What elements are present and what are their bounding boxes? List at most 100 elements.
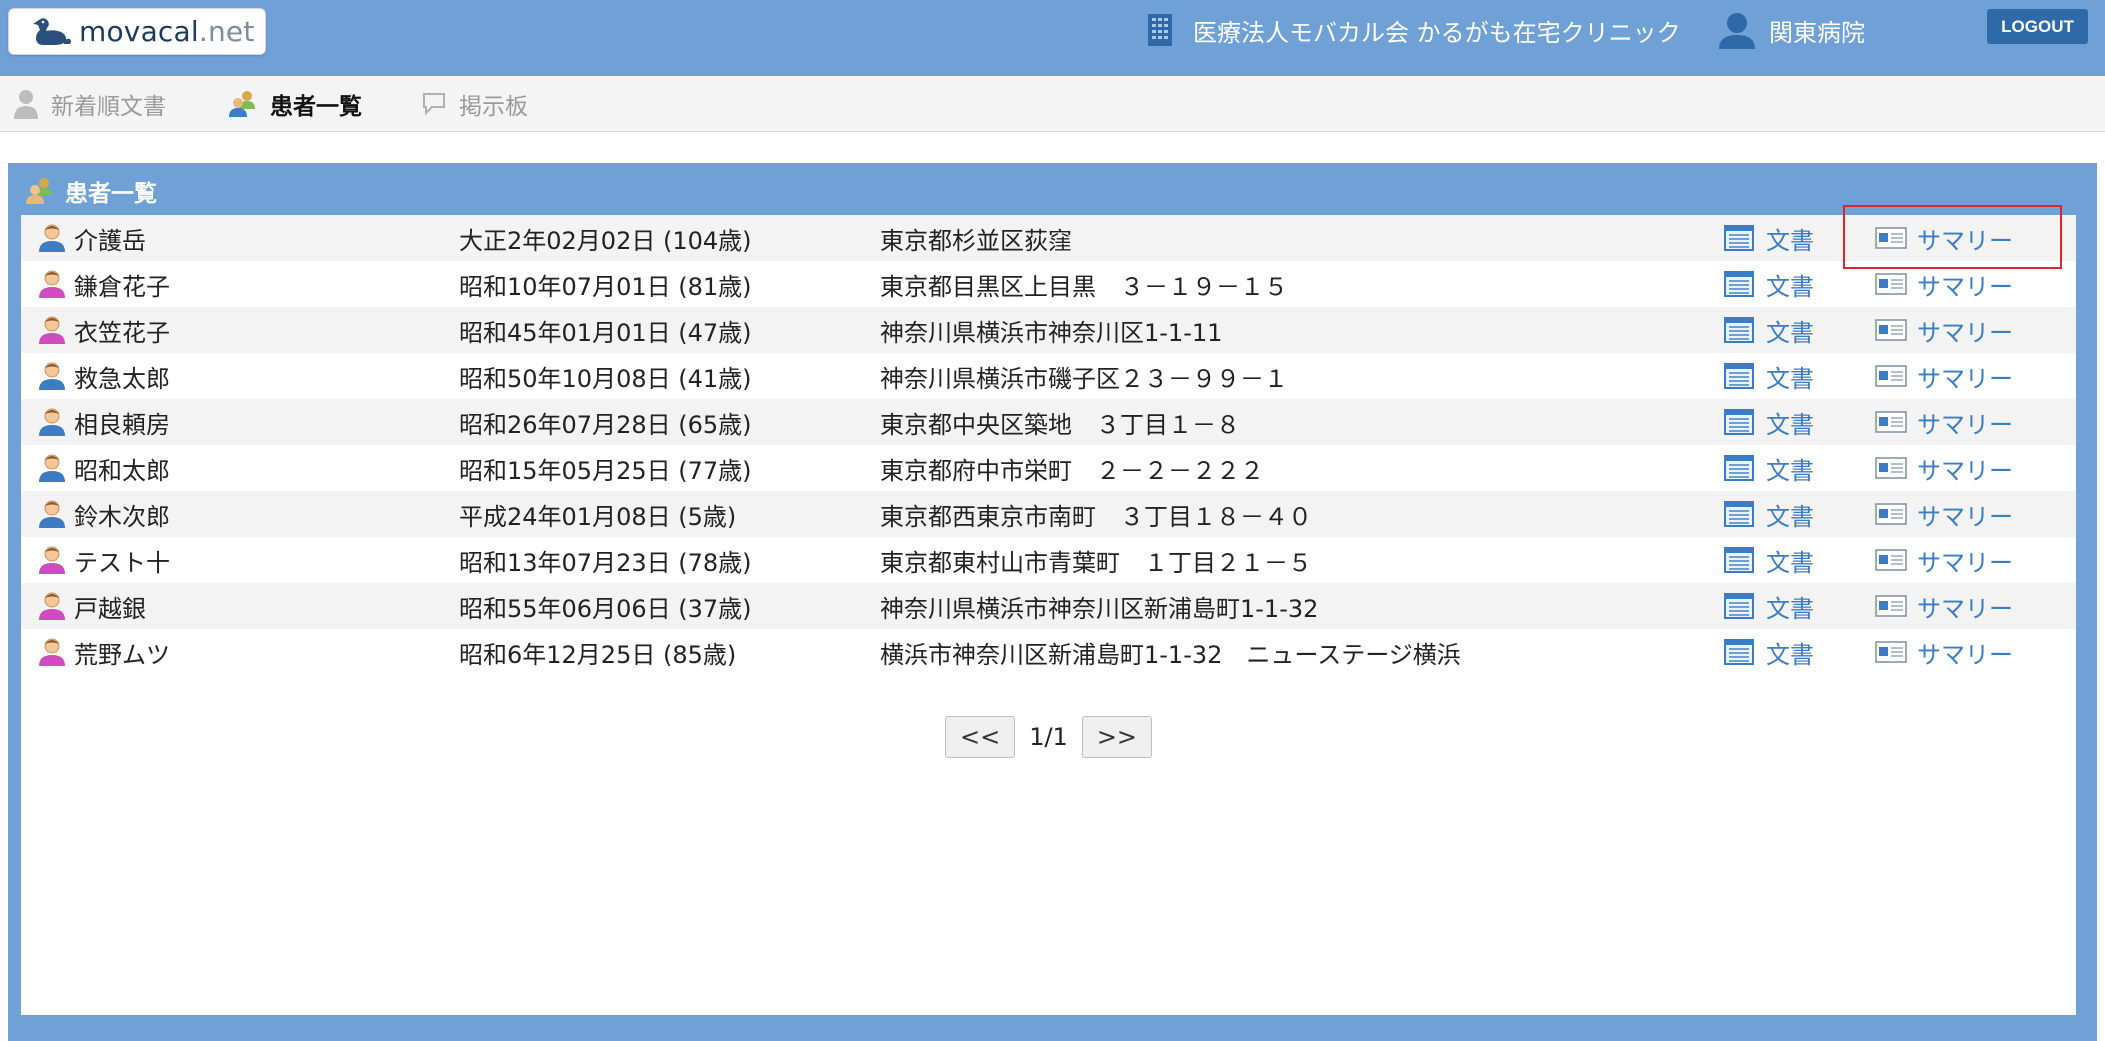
birth-date: 昭和6年12月25日 (85歳): [459, 640, 737, 669]
document-list-icon: [1724, 363, 1754, 389]
documents-link[interactable]: 文書: [1724, 629, 1814, 675]
movacal-logo[interactable]: movacal.net: [8, 8, 266, 55]
patient-name-link[interactable]: 相良頼房: [38, 399, 170, 445]
page-indicator: 1/1: [1029, 723, 1068, 751]
summary-card-icon: [1875, 595, 1907, 617]
summary-link[interactable]: サマリー: [1875, 307, 2013, 353]
documents-link[interactable]: 文書: [1724, 491, 1814, 537]
documents-link[interactable]: 文書: [1724, 445, 1814, 491]
birth-date: 昭和13年07月23日 (78歳): [459, 548, 752, 577]
address: 東京都中央区築地 ３丁目１－８: [880, 410, 1240, 439]
summary-card-icon: [1875, 411, 1907, 433]
male-patient-icon: [39, 454, 65, 482]
birth-date: 昭和50年10月08日 (41歳): [459, 364, 752, 393]
patient-table: 介護岳 大正2年02月02日 (104歳) 東京都杉並区荻窪 文書 サマリー 鎌倉花子 昭和…: [21, 205, 2076, 1015]
birth-date: 大正2年02月02日 (104歳): [459, 226, 752, 255]
next-page-button[interactable]: >>: [1081, 716, 1153, 758]
patient-name-link[interactable]: 昭和太郎: [38, 445, 170, 491]
user-icon: [1719, 13, 1755, 49]
documents-link[interactable]: 文書: [1724, 583, 1814, 629]
table-row: 鎌倉花子 昭和10年07月01日 (81歳) 東京都目黒区上目黒 ３－１９－１５ 文書…: [21, 261, 2076, 307]
address: 神奈川県横浜市神奈川区1-1-11: [880, 318, 1223, 347]
address: 横浜市神奈川区新浦島町1-1-32 ニューステージ横浜: [880, 640, 1461, 669]
patient-name: 荒野ムツ: [74, 640, 170, 669]
female-patient-icon: [39, 316, 65, 344]
documents-link[interactable]: 文書: [1724, 261, 1814, 307]
summary-link[interactable]: サマリー: [1875, 537, 2013, 583]
female-patient-icon: [39, 270, 65, 298]
organization-name: 医療法人モバカル会 かるがも在宅クリニック: [1193, 18, 1681, 47]
birth-date: 昭和10年07月01日 (81歳): [459, 272, 752, 301]
female-patient-icon: [39, 638, 65, 666]
summary-link[interactable]: サマリー: [1875, 261, 2013, 307]
summary-label: サマリー: [1917, 272, 2013, 301]
patient-name: 鎌倉花子: [74, 272, 170, 301]
summary-label: サマリー: [1917, 318, 2013, 347]
document-list-icon: [1724, 225, 1754, 251]
document-list-icon: [1724, 409, 1754, 435]
documents-label: 文書: [1766, 548, 1814, 577]
male-patient-icon: [39, 362, 65, 390]
address: 東京都目黒区上目黒 ３－１９－１５: [880, 272, 1288, 301]
documents-link[interactable]: 文書: [1724, 307, 1814, 353]
document-list-icon: [1724, 639, 1754, 665]
documents-label: 文書: [1766, 456, 1814, 485]
patient-name-link[interactable]: 衣笠花子: [38, 307, 170, 353]
summary-link[interactable]: サマリー: [1875, 353, 2013, 399]
patient-name-link[interactable]: 救急太郎: [38, 353, 170, 399]
documents-link[interactable]: 文書: [1724, 399, 1814, 445]
summary-link[interactable]: サマリー: [1875, 491, 2013, 537]
table-row: 相良頼房 昭和26年07月28日 (65歳) 東京都中央区築地 ３丁目１－８ 文書 サマ…: [21, 399, 2076, 445]
documents-link[interactable]: 文書: [1724, 353, 1814, 399]
summary-link[interactable]: サマリー: [1875, 583, 2013, 629]
table-row: 荒野ムツ 昭和6年12月25日 (85歳) 横浜市神奈川区新浦島町1-1-32 ニュ…: [21, 629, 2076, 675]
patient-name-link[interactable]: 荒野ムツ: [38, 629, 170, 675]
patients-icon: [229, 91, 255, 117]
patient-name: 戸越銀: [74, 594, 146, 623]
address: 東京都杉並区荻窪: [880, 226, 1072, 255]
logo-text: movacal: [79, 15, 199, 48]
nav-patient-list[interactable]: 患者一覧: [228, 76, 362, 132]
documents-label: 文書: [1766, 272, 1814, 301]
summary-card-icon: [1875, 549, 1907, 571]
logout-button[interactable]: LOGOUT: [1987, 9, 2088, 44]
summary-card-icon: [1875, 319, 1907, 341]
summary-link[interactable]: サマリー: [1875, 629, 2013, 675]
summary-label: サマリー: [1917, 502, 2013, 531]
building-icon: [1148, 14, 1172, 46]
document-list-icon: [1724, 455, 1754, 481]
address: 東京都東村山市青葉町 １丁目２１－５: [880, 548, 1312, 577]
logo-suffix: .net: [198, 15, 255, 48]
table-row: 衣笠花子 昭和45年01月01日 (47歳) 神奈川県横浜市神奈川区1-1-11 文書…: [21, 307, 2076, 353]
summary-card-icon: [1875, 273, 1907, 295]
documents-link[interactable]: 文書: [1724, 215, 1814, 261]
patient-name-link[interactable]: 戸越銀: [38, 583, 146, 629]
summary-label: サマリー: [1917, 594, 2013, 623]
nav-bulletin-board[interactable]: 掲示板: [421, 76, 528, 132]
prev-page-button[interactable]: <<: [944, 716, 1016, 758]
nav-label: 掲示板: [459, 94, 528, 120]
summary-link[interactable]: サマリー: [1875, 445, 2013, 491]
summary-card-icon: [1875, 365, 1907, 387]
documents-link[interactable]: 文書: [1724, 537, 1814, 583]
table-row: 昭和太郎 昭和15年05月25日 (77歳) 東京都府中市栄町 ２－２－２２２ 文書 サ…: [21, 445, 2076, 491]
male-patient-icon: [39, 500, 65, 528]
documents-label: 文書: [1766, 226, 1814, 255]
panel-title: 患者一覧: [65, 181, 157, 207]
patient-name-link[interactable]: 鈴木次郎: [38, 491, 170, 537]
patient-name: 相良頼房: [74, 410, 170, 439]
patient-name: 救急太郎: [74, 364, 170, 393]
pagination: << 1/1 >>: [21, 715, 2076, 759]
nav-label: 新着順文書: [51, 94, 166, 120]
user-doc-icon: [14, 90, 38, 119]
nav-label: 患者一覧: [270, 94, 362, 120]
nav-new-documents[interactable]: 新着順文書: [13, 76, 166, 132]
patient-name-link[interactable]: テスト十: [38, 537, 170, 583]
patient-name-link[interactable]: 鎌倉花子: [38, 261, 170, 307]
duck-logo-icon: [33, 17, 71, 45]
patient-name-link[interactable]: 介護岳: [38, 215, 146, 261]
male-patient-icon: [39, 224, 65, 252]
female-patient-icon: [39, 592, 65, 620]
table-row: 戸越銀 昭和55年06月06日 (37歳) 神奈川県横浜市神奈川区新浦島町1-1-3…: [21, 583, 2076, 629]
summary-link[interactable]: サマリー: [1875, 399, 2013, 445]
